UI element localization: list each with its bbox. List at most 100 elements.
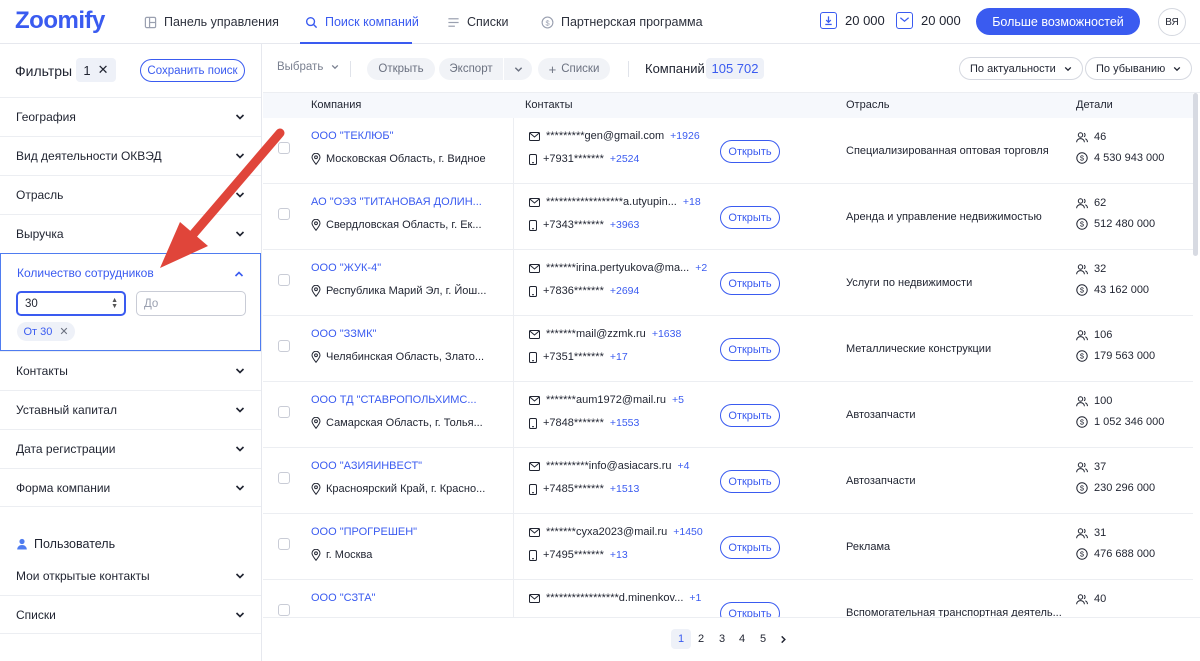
company-name-link[interactable]: ООО "АЗИЯИНВЕСТ" [311, 460, 422, 472]
table-row[interactable]: ООО ТД "СТАВРОПОЛЬХИМС... Самарская Облас… [263, 382, 1193, 448]
table-scrollbar[interactable] [1193, 93, 1198, 256]
more-features-button[interactable]: Больше возможностей [976, 8, 1140, 35]
page-2[interactable]: 2 [691, 629, 711, 649]
more-emails-count[interactable]: +5 [672, 394, 684, 406]
chevron-down-icon [332, 64, 339, 70]
employee-from-input[interactable]: 30 ▲ ▼ [16, 291, 126, 316]
export-options-button[interactable] [504, 58, 532, 80]
download-counter[interactable]: 20 000 [820, 12, 885, 29]
my-open-contacts[interactable]: Мои открытые контакты [0, 556, 261, 595]
nav-dashboard[interactable]: Панель управления [144, 0, 279, 44]
more-emails-count[interactable]: +4 [678, 460, 690, 472]
add-to-list-button[interactable]: + Списки [538, 58, 610, 80]
table-row[interactable]: ООО "ЖУК-4" Республика Марий Эл, г. Йош..… [263, 250, 1193, 316]
column-details[interactable]: Детали [1076, 99, 1113, 111]
page-4[interactable]: 4 [732, 629, 752, 649]
sidebar-lists[interactable]: Списки [0, 595, 261, 634]
more-phones-count[interactable]: +1513 [610, 483, 640, 495]
row-checkbox[interactable] [278, 274, 290, 286]
company-name-link[interactable]: ООО "СЗТА" [311, 592, 375, 604]
open-contact-button[interactable]: Открыть [720, 404, 780, 427]
more-emails-count[interactable]: +18 [683, 196, 701, 208]
more-phones-count[interactable]: +17 [610, 351, 628, 363]
employee-count-value: 106 [1094, 329, 1113, 341]
company-address: г. Москва [311, 549, 372, 561]
open-contact-button[interactable]: Открыть [720, 470, 780, 493]
filter-industry[interactable]: Отрасль [0, 175, 261, 214]
table-row[interactable]: ООО "ЗЗМК" Челябинская Область, Злато... *… [263, 316, 1193, 382]
more-phones-count[interactable]: +3963 [610, 219, 640, 231]
contact-email: ******************a.utyupin... +18 [529, 196, 701, 208]
mail-icon [896, 12, 913, 29]
save-search-button[interactable]: Сохранить поиск [140, 59, 245, 82]
open-contact-button[interactable]: Открыть [720, 272, 780, 295]
row-checkbox[interactable] [278, 340, 290, 352]
sort-order-dropdown[interactable]: По убыванию [1085, 57, 1193, 80]
open-contact-button[interactable]: Открыть [720, 206, 780, 229]
active-filter-chip[interactable]: От 30 ✕ [17, 322, 75, 341]
table-row[interactable]: ООО "АЗИЯИНВЕСТ" Красноярский Край, г. Кр… [263, 448, 1193, 514]
open-contact-button[interactable]: Открыть [720, 536, 780, 559]
column-industry[interactable]: Отрасль [846, 99, 889, 111]
company-name-link[interactable]: АО "ОЭЗ "ТИТАНОВАЯ ДОЛИН... [311, 196, 482, 208]
filter-revenue[interactable]: Выручка [0, 214, 261, 253]
filter-geography[interactable]: География [0, 97, 261, 136]
app-logo[interactable]: Zoomify [15, 7, 105, 35]
more-phones-count[interactable]: +1553 [610, 417, 640, 429]
more-emails-count[interactable]: +1450 [673, 526, 703, 538]
nav-partner-program[interactable]: $ Партнерская программа [541, 0, 703, 44]
active-filter-count[interactable]: 1 ✕ [76, 58, 116, 82]
chevron-up-icon[interactable] [234, 269, 244, 279]
more-phones-count[interactable]: +13 [610, 549, 628, 561]
select-dropdown[interactable]: Выбрать [277, 61, 339, 73]
table-row[interactable]: ООО "ПРОГРЕШЕН" г. Москва *******cyxa2023@… [263, 514, 1193, 580]
remove-chip-icon[interactable]: ✕ [59, 325, 68, 338]
page-3[interactable]: 3 [712, 629, 732, 649]
row-checkbox[interactable] [278, 538, 290, 550]
column-company[interactable]: Компания [311, 99, 361, 111]
open-contact-button[interactable]: Открыть [720, 338, 780, 361]
sort-relevance-dropdown[interactable]: По актуальности [959, 57, 1083, 80]
filter-authorized-capital[interactable]: Уставный капитал [0, 390, 261, 429]
employee-count-value: 40 [1094, 593, 1107, 605]
export-button[interactable]: Экспорт [439, 58, 503, 80]
row-checkbox[interactable] [278, 604, 290, 616]
more-emails-count[interactable]: +1926 [670, 130, 700, 142]
more-emails-count[interactable]: +1 [689, 592, 701, 604]
company-name-link[interactable]: ООО ТД "СТАВРОПОЛЬХИМС... [311, 394, 477, 406]
row-checkbox[interactable] [278, 406, 290, 418]
company-name-link[interactable]: ООО "ЖУК-4" [311, 262, 381, 274]
row-checkbox[interactable] [278, 142, 290, 154]
employee-to-input[interactable]: До [136, 291, 246, 316]
next-page-button[interactable] [773, 629, 793, 649]
company-name-link[interactable]: ООО "ПРОГРЕШЕН" [311, 526, 417, 538]
more-phones-count[interactable]: +2524 [610, 153, 640, 165]
email-counter[interactable]: 20 000 [896, 12, 961, 29]
open-contact-button[interactable]: Открыть [720, 140, 780, 163]
company-name-link[interactable]: ООО "ТЕКЛЮБ" [311, 130, 394, 142]
user-section-header: Пользователь [16, 537, 115, 551]
filter-contacts[interactable]: Контакты [0, 351, 261, 390]
open-selected-button[interactable]: Открыть [367, 58, 435, 80]
number-spinner-icon[interactable]: ▲ ▼ [111, 297, 118, 310]
table-row[interactable]: АО "ОЭЗ "ТИТАНОВАЯ ДОЛИН... Свердловская … [263, 184, 1193, 250]
row-checkbox[interactable] [278, 208, 290, 220]
filter-okved[interactable]: Вид деятельности ОКВЭД [0, 136, 261, 175]
more-phones-count[interactable]: +2694 [610, 285, 640, 297]
page-1[interactable]: 1 [671, 629, 691, 649]
filter-company-form[interactable]: Форма компании [0, 468, 261, 507]
employee-count: 46 [1076, 131, 1106, 143]
clear-filters-icon[interactable]: ✕ [98, 62, 109, 78]
column-contacts[interactable]: Контакты [525, 99, 573, 111]
filter-employee-count[interactable]: Количество сотрудников 30 ▲ ▼ До От 30 ✕ [0, 253, 261, 351]
company-name-link[interactable]: ООО "ЗЗМК" [311, 328, 376, 340]
filter-registration-date[interactable]: Дата регистрации [0, 429, 261, 468]
nav-company-search[interactable]: Поиск компаний [305, 0, 419, 44]
more-emails-count[interactable]: +2 [695, 262, 707, 274]
user-avatar[interactable]: ВЯ [1158, 8, 1186, 36]
table-row[interactable]: ООО "ТЕКЛЮБ" Московская Область, г. Видно… [263, 118, 1193, 184]
page-5[interactable]: 5 [753, 629, 773, 649]
nav-lists[interactable]: Списки [447, 0, 508, 44]
more-emails-count[interactable]: +1638 [652, 328, 682, 340]
row-checkbox[interactable] [278, 472, 290, 484]
